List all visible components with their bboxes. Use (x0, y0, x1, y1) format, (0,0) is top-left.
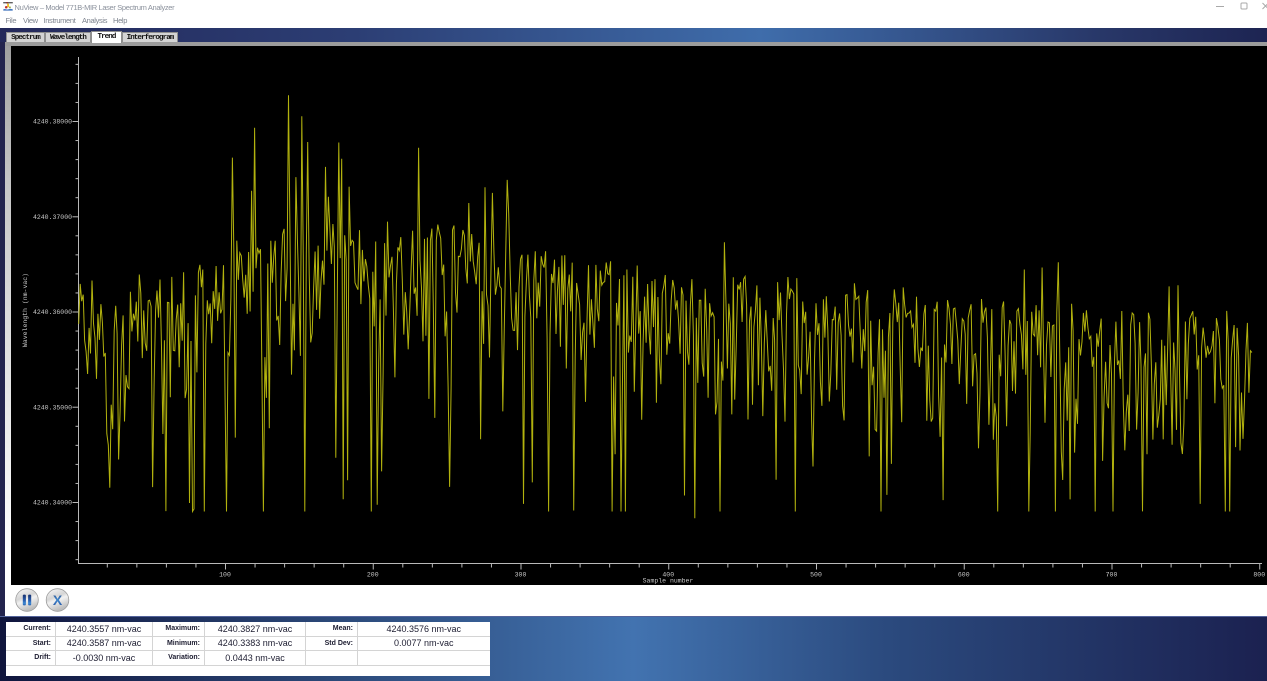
svg-text:4240.37000: 4240.37000 (33, 214, 72, 221)
svg-text:X: X (53, 591, 63, 607)
svg-text:4240.38000: 4240.38000 (33, 119, 72, 126)
svg-text:300: 300 (515, 572, 527, 579)
svg-text:700: 700 (1106, 572, 1118, 579)
svg-text:Wavelength (nm-vac): Wavelength (nm-vac) (22, 273, 29, 347)
svg-text:4240.36000: 4240.36000 (33, 309, 72, 316)
svg-text:4240.35000: 4240.35000 (33, 404, 72, 411)
svg-text:Sample number: Sample number (643, 578, 694, 585)
svg-text:100: 100 (219, 572, 231, 579)
svg-text:4240.34000: 4240.34000 (33, 500, 72, 507)
svg-text:600: 600 (958, 572, 970, 579)
svg-text:800: 800 (1253, 572, 1265, 579)
svg-text:200: 200 (367, 572, 379, 579)
svg-text:500: 500 (810, 572, 822, 579)
